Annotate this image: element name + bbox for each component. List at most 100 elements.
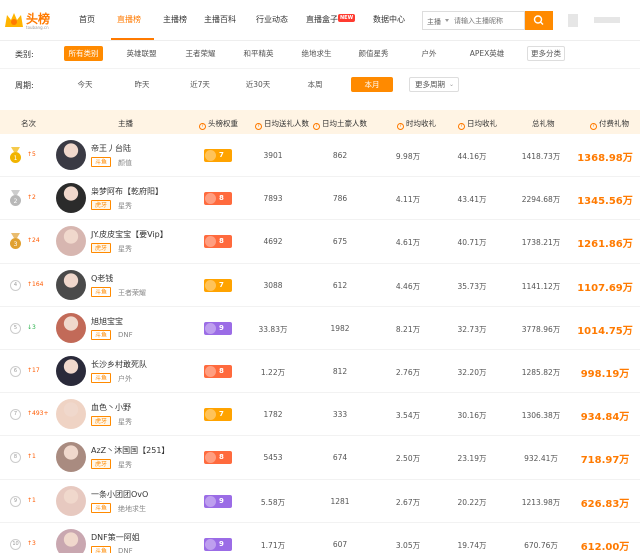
avatar[interactable] <box>56 183 86 214</box>
nav-item-live-box[interactable]: 直播盒子 <box>306 14 338 25</box>
avatar[interactable] <box>56 485 86 516</box>
avatar[interactable] <box>56 312 86 343</box>
daily-gift-users: 7893 <box>263 194 283 204</box>
hourly-gift: 4.11万 <box>395 195 421 205</box>
streamer-name[interactable]: 长沙乡村敢死队 <box>91 359 147 370</box>
nav-item-home[interactable]: 首页 <box>79 14 95 25</box>
avatar[interactable] <box>56 528 86 553</box>
category-chip-pubg[interactable]: 绝地求生 <box>296 46 337 61</box>
header-daily-gift-users[interactable]: ? 日均送礼人数 <box>255 118 309 130</box>
header-weight[interactable]: ? 头榜权重 <box>199 118 238 130</box>
paid-gift: 612.00万 <box>580 541 630 553</box>
period-chip-yesterday[interactable]: 昨天 <box>131 77 153 92</box>
svg-text:1: 1 <box>14 155 18 162</box>
avatar[interactable] <box>56 140 86 170</box>
search-input[interactable] <box>454 15 524 27</box>
streamer-name[interactable]: DNF策一阿姐 <box>91 532 140 543</box>
period-filter-row: 周期: 今天 昨天 近7天 近30天 本周 本月 更多周期 ⌄ <box>0 72 640 98</box>
period-chip-today[interactable]: 今天 <box>74 77 96 92</box>
streamer-name[interactable]: 旭旭宝宝 <box>91 316 123 327</box>
nav-item-streamer-rank[interactable]: 主播榜 <box>163 14 187 25</box>
daily-tuhao: 612 <box>332 280 348 290</box>
table-row[interactable]: 5 ↓3 旭旭宝宝 斗鱼 DNF 9 33.83万 1982 8.21万 32.… <box>0 307 640 350</box>
help-icon: ? <box>397 123 404 130</box>
table-row[interactable]: 6 ↑17 长沙乡村敢死队 斗鱼 户外 8 1.22万 812 2.76万 32… <box>0 350 640 394</box>
table-row[interactable]: 7 ↑493+ 血色丶小野 虎牙 星秀 7 1782 333 3.54万 30.… <box>0 393 640 437</box>
category-chip-wzry[interactable]: 王者荣耀 <box>180 46 221 61</box>
daily-gift: 40.71万 <box>457 238 487 248</box>
header-total-gift[interactable]: 总礼物 <box>532 118 555 129</box>
daily-gift: 20.22万 <box>457 497 487 507</box>
table-row[interactable]: 1 ↑5 帝王丿台陆 斗鱼 颜值 7 3901 862 9.98万 44.16万… <box>0 134 640 178</box>
table-row[interactable]: 8 ↑1 AzZ丶沐国国【251】 虎牙 星秀 8 5453 674 2.50万… <box>0 436 640 480</box>
table-row[interactable]: 2 ↑2 枭梦阿布【乾府阳】 虎牙 星秀 8 7893 786 4.11万 43… <box>0 177 640 221</box>
platform-badge: 虎牙 <box>91 416 112 427</box>
daily-tuhao: 674 <box>332 453 348 463</box>
period-more-dropdown[interactable]: 更多周期 ⌄ <box>409 77 459 92</box>
help-icon: ? <box>458 123 465 130</box>
nav-item-data-center[interactable]: 数据中心 <box>373 14 405 25</box>
platform-badge: 虎牙 <box>91 243 112 254</box>
header-paid-gift[interactable]: ? 付费礼物 <box>590 118 629 130</box>
table-row[interactable]: 4 ↑164 Q老钱 斗鱼 王者荣耀 7 3088 612 4.46万 35.7… <box>0 264 640 307</box>
header-daily-gift[interactable]: ? 日均收礼 <box>458 118 497 130</box>
paid-gift: 1368.98万 <box>577 153 633 164</box>
category-more-button[interactable]: 更多分类 <box>527 46 565 61</box>
avatar[interactable] <box>568 14 578 27</box>
help-icon: ? <box>313 123 320 130</box>
weight-badge: 7 <box>204 408 232 422</box>
rank-trend: ↓3 <box>27 323 36 331</box>
nav-item-live-rank[interactable]: 直播榜 <box>117 14 141 25</box>
table-row[interactable]: 10 ↑3 DNF策一阿姐 斗鱼 DNF 9 1.71万 607 3.05万 1… <box>0 523 640 553</box>
weight-icon <box>205 279 216 291</box>
user-name-blurred[interactable] <box>594 17 620 23</box>
search-button[interactable] <box>525 11 553 30</box>
period-chip-this-month[interactable]: 本月 <box>351 77 393 92</box>
paid-gift: 1345.56万 <box>577 196 633 208</box>
search-box: 主播 <box>422 11 525 30</box>
header-hourly-gift[interactable]: ? 时均收礼 <box>397 118 436 130</box>
category-chip-all[interactable]: 所有类别 <box>64 46 103 61</box>
rank-number: 6 <box>10 365 21 377</box>
period-chip-this-week[interactable]: 本周 <box>304 77 326 92</box>
avatar[interactable] <box>56 399 86 430</box>
avatar[interactable] <box>56 442 86 473</box>
nav-item-industry-news[interactable]: 行业动态 <box>256 14 288 25</box>
daily-gift-users: 5.58万 <box>260 497 286 507</box>
total-gift: 670.76万 <box>524 540 558 550</box>
streamer-name[interactable]: 枭梦阿布【乾府阳】 <box>91 186 163 197</box>
table-header: 名次 主播 ? 头榜权重 ? 日均送礼人数 ? 日均土豪人数 ? 时均收礼 ? 日均收礼 … <box>0 110 640 134</box>
header-daily-tuhao[interactable]: ? 日均土豪人数 <box>313 118 367 130</box>
category-chip-outdoor[interactable]: 户外 <box>414 46 444 61</box>
period-chip-7days[interactable]: 近7天 <box>186 77 214 92</box>
period-more-label: 更多周期 <box>415 80 445 89</box>
table-row[interactable]: 3 ↑24 JY.皮皮宝宝【要Vip】 虎牙 星秀 8 4692 675 4.6… <box>0 220 640 264</box>
category-chip-peace-elite[interactable]: 和平精英 <box>238 46 279 61</box>
site-logo[interactable]: 头榜 toubang.cn <box>0 6 55 34</box>
category-chip-beauty[interactable]: 颜值星秀 <box>353 46 394 61</box>
paid-gift: 718.97万 <box>580 455 630 467</box>
search-type-select[interactable]: 主播 <box>427 17 441 27</box>
table-row[interactable]: 9 ↑1 一条小团团OvO 斗鱼 绝地求生 9 5.58万 1281 2.67万… <box>0 480 640 523</box>
daily-gift: 43.41万 <box>457 195 487 205</box>
avatar[interactable] <box>56 269 86 300</box>
top-navigation: 头榜 toubang.cn 首页 直播榜 主播榜 主播百科 行业动态 直播盒子 … <box>0 0 640 41</box>
period-chip-30days[interactable]: 近30天 <box>243 77 273 92</box>
streamer-name[interactable]: Q老钱 <box>91 273 113 284</box>
streamer-name[interactable]: 一条小团团OvO <box>91 489 148 500</box>
category-chip-apex[interactable]: APEX英雄 <box>465 46 509 61</box>
category-chip-lol[interactable]: 英雄联盟 <box>121 46 162 61</box>
nav-item-encyclopedia[interactable]: 主播百科 <box>204 14 236 25</box>
avatar[interactable] <box>56 226 86 257</box>
rank-number: 9 <box>10 495 21 507</box>
avatar[interactable] <box>56 355 86 386</box>
category-filter-row: 类别: 所有类别 英雄联盟 王者荣耀 和平精英 绝地求生 颜值星秀 户外 APE… <box>0 41 640 67</box>
streamer-category: 户外 <box>118 374 132 383</box>
streamer-name[interactable]: AzZ丶沐国国【251】 <box>91 445 169 456</box>
streamer-name[interactable]: 血色丶小野 <box>91 402 131 413</box>
streamer-name[interactable]: JY.皮皮宝宝【要Vip】 <box>91 229 168 240</box>
chevron-down-icon <box>445 19 449 22</box>
hourly-gift: 8.21万 <box>395 324 421 334</box>
streamer-name[interactable]: 帝王丿台陆 <box>91 143 131 154</box>
streamer-category: DNF <box>118 330 133 339</box>
